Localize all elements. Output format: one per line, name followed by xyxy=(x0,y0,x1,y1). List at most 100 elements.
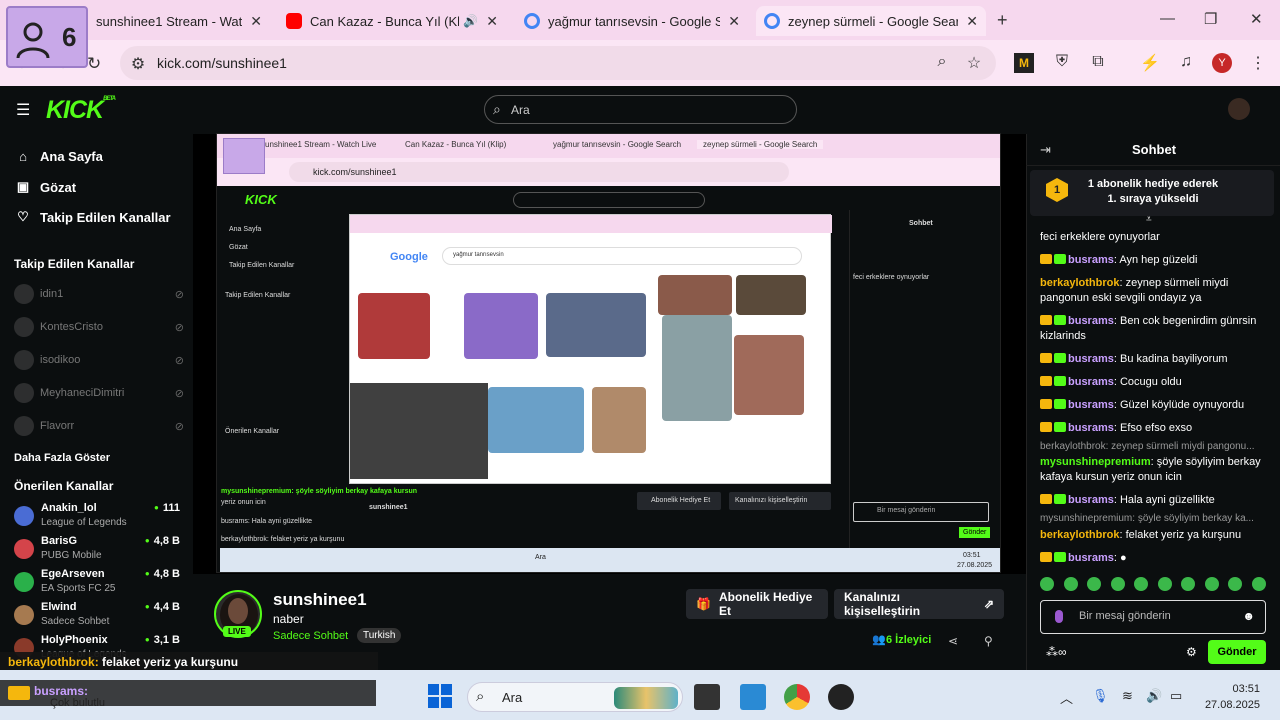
user-avatar[interactable] xyxy=(1228,98,1250,120)
close-window-icon[interactable]: ✕ xyxy=(1250,10,1263,28)
emote-icon[interactable] xyxy=(1228,577,1243,591)
settings-icon[interactable]: ⚙ xyxy=(1186,645,1197,659)
close-icon[interactable]: ✕ xyxy=(728,13,740,30)
collapse-chat-icon[interactable]: ⇥ xyxy=(1040,142,1051,158)
chat-input[interactable]: Bir mesaj gönderin ☻ xyxy=(1040,600,1266,634)
close-icon[interactable]: ✕ xyxy=(250,13,262,30)
zoom-icon[interactable]: ⌕ xyxy=(932,53,952,73)
channel-category: Sadece Sohbet xyxy=(41,616,110,627)
followed-channel[interactable]: idin1 ⊘ xyxy=(14,284,184,304)
battery-icon[interactable]: ▭ xyxy=(1170,688,1182,704)
gift-subscription-button[interactable]: 🎁 Abonelik Hediye Et xyxy=(686,589,828,619)
recommended-channel[interactable]: EgeArseven EA Sports FC 25 4,8 B xyxy=(14,568,180,598)
followed-channel[interactable]: MeyhaneciDimitri ⊘ xyxy=(14,383,184,403)
chat-username[interactable]: busrams xyxy=(1068,376,1114,388)
language-tag[interactable]: Turkish xyxy=(357,628,402,643)
stream-category[interactable]: Sadece Sohbet xyxy=(273,630,348,642)
shield-icon[interactable]: ⛨ xyxy=(1052,53,1072,73)
chat-text: Güzel köylüde oynuyordu xyxy=(1119,399,1245,411)
chat-username[interactable]: berkaylothbrok xyxy=(1040,529,1119,541)
kick-logo[interactable]: KICKBETA xyxy=(46,96,116,125)
search-input[interactable]: ⌕ Ara xyxy=(484,95,797,124)
chrome-icon[interactable] xyxy=(784,684,810,710)
captured-nav: Ana Sayfa xyxy=(229,226,262,233)
system-clock[interactable]: 03:51 27.08.2025 xyxy=(1200,681,1260,713)
obs-icon[interactable] xyxy=(828,684,854,710)
performance-icon[interactable]: ⚡ xyxy=(1140,53,1160,73)
wifi-icon[interactable]: ≋ xyxy=(1122,688,1133,704)
close-icon[interactable]: ✕ xyxy=(486,13,498,30)
emote-icon[interactable] xyxy=(1063,577,1078,591)
tab-google-zeynep[interactable]: zeynep sürmeli - Google Search ✕ xyxy=(756,6,986,36)
speaker-icon[interactable]: 🔊 xyxy=(463,14,478,28)
close-icon[interactable]: ✕ xyxy=(966,13,978,30)
nav-home[interactable]: ⌂ Ana Sayfa xyxy=(14,149,103,164)
chat-message: busrams: ● xyxy=(1040,551,1266,566)
captured-taskbar xyxy=(220,548,1000,572)
taskbar-search[interactable]: ⌕ Ara xyxy=(467,682,683,712)
crown-badge-icon xyxy=(1040,552,1052,562)
followed-channel[interactable]: Flavorr ⊘ xyxy=(14,416,184,436)
chat-username[interactable]: busrams xyxy=(1068,399,1114,411)
show-more-link[interactable]: Daha Fazla Göster xyxy=(14,452,110,464)
nav-following[interactable]: ♡ Takip Edilen Kanallar xyxy=(14,209,170,225)
follow-user-icon[interactable]: ⚲ xyxy=(984,634,993,648)
hamburger-menu-icon[interactable]: ☰ xyxy=(16,100,30,120)
captured-badge xyxy=(223,138,265,174)
tray-chevron-icon[interactable]: ︿ xyxy=(1060,688,1073,707)
customize-channel-button[interactable]: Kanalınızı kişiselleştirin ⇗ xyxy=(834,589,1004,619)
media-icon[interactable]: ♫ xyxy=(1176,53,1196,73)
chat-username[interactable]: busrams xyxy=(1068,353,1114,365)
minimize-icon[interactable]: — xyxy=(1160,10,1175,27)
followed-channel[interactable]: KontesCristo ⊘ xyxy=(14,317,184,337)
emote-icon[interactable] xyxy=(1204,577,1219,591)
microphone-icon[interactable]: 🎙 xyxy=(1092,688,1109,704)
taskbar-app-icon[interactable] xyxy=(740,684,766,710)
emote-icon[interactable] xyxy=(1040,577,1054,591)
points-icon[interactable]: ⁂∞ xyxy=(1046,645,1067,659)
send-button[interactable]: Gönder xyxy=(1208,640,1266,664)
reply-reference: berkaylothbrok: zeynep sürmeli miydi pan… xyxy=(1040,441,1255,452)
chat-username[interactable]: busrams xyxy=(1068,494,1114,506)
recommended-channel[interactable]: Anakin_lol League of Legends 111 xyxy=(14,502,180,532)
puzzle-icon[interactable]: ⧉ xyxy=(1088,53,1108,73)
chat-username[interactable]: berkaylothbrok xyxy=(1040,277,1119,289)
tab-youtube[interactable]: Can Kazaz - Bunca Yıl (Klip) 🔊 ✕ xyxy=(278,6,506,36)
chat-username[interactable]: busrams xyxy=(1068,552,1114,564)
menu-dots-icon[interactable]: ⋮ xyxy=(1248,53,1268,73)
crown-badge-icon xyxy=(1040,494,1052,504)
emote-icon[interactable] xyxy=(1251,577,1266,591)
emote-icon[interactable] xyxy=(1087,577,1102,591)
chat-username[interactable]: busrams xyxy=(1068,315,1114,327)
channel-name[interactable]: sunshinee1 xyxy=(273,590,367,610)
chat-text: Bu kadina bayiliyorum xyxy=(1119,353,1228,365)
emote-icon[interactable] xyxy=(1181,577,1196,591)
reload-icon[interactable]: ↻ xyxy=(87,54,101,74)
volume-icon[interactable]: 🔊 xyxy=(1146,688,1162,704)
bookmark-star-icon[interactable]: ☆ xyxy=(964,53,984,73)
chat-username[interactable]: busrams xyxy=(1068,422,1114,434)
expand-pinned-icon[interactable]: ⩡ xyxy=(1146,214,1152,225)
share-icon[interactable]: ⋖ xyxy=(948,634,958,648)
google-search-box: yağmur tanrısevsin xyxy=(442,247,802,265)
nav-browse[interactable]: ▣ Gözat xyxy=(14,179,76,195)
profile-avatar[interactable]: Y xyxy=(1212,53,1232,73)
chat-username[interactable]: busrams xyxy=(1068,254,1114,266)
emote-icon[interactable] xyxy=(1110,577,1125,591)
emote-icon[interactable] xyxy=(1157,577,1172,591)
site-info-icon[interactable]: ⚙ xyxy=(128,54,148,74)
taskbar-app-icon[interactable] xyxy=(694,684,720,710)
tab-kick-stream[interactable]: sunshinee1 Stream - Watch Live ✕ xyxy=(64,6,270,36)
emote-icon[interactable] xyxy=(1134,577,1149,591)
channel-name: Flavorr xyxy=(40,420,75,432)
recommended-channel[interactable]: Elwind Sadece Sohbet 4,4 B xyxy=(14,601,180,631)
tab-google-yagmur[interactable]: yağmur tanrısevsin - Google Search ✕ xyxy=(516,6,748,36)
windows-start-icon[interactable] xyxy=(428,684,452,708)
chat-username[interactable]: mysunshinepremium xyxy=(1040,456,1151,468)
recommended-channel[interactable]: BarisG PUBG Mobile 4,8 B xyxy=(14,535,180,565)
maximize-icon[interactable]: ❐ xyxy=(1204,10,1217,28)
emoji-icon[interactable]: ☻ xyxy=(1242,609,1255,623)
new-tab-icon[interactable]: + xyxy=(997,10,1008,31)
followed-channel[interactable]: isodikoo ⊘ xyxy=(14,350,184,370)
extension-m-icon[interactable]: M xyxy=(1014,53,1034,73)
